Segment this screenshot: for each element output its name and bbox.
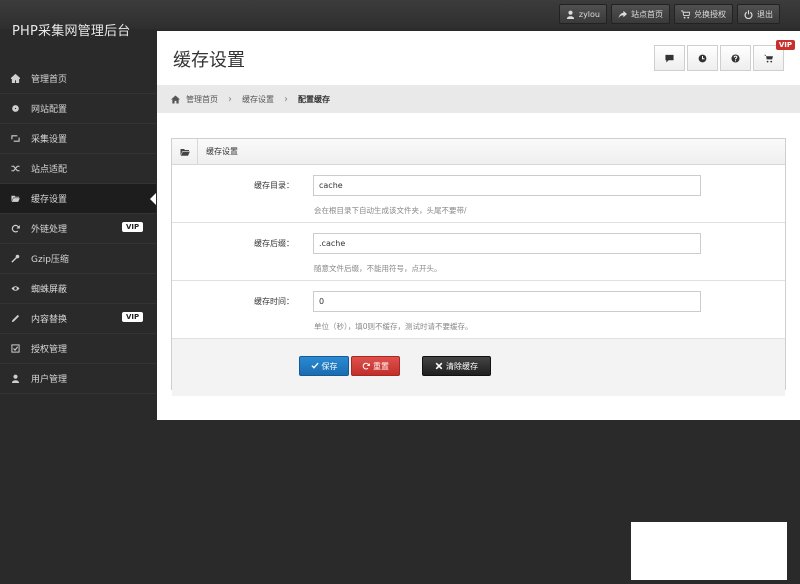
cache-suffix-label: 缓存后缀： bbox=[254, 239, 294, 248]
active-indicator bbox=[150, 193, 156, 205]
time-button[interactable] bbox=[687, 45, 718, 71]
cache-settings-box: 缓存设置 缓存目录： cache 会在根目录下自动生成该文件夹，头尾不要带/ 缓… bbox=[171, 138, 786, 396]
sidebar-item-spider-block[interactable]: 蜘蛛屏蔽 bbox=[0, 274, 156, 304]
action-buttons bbox=[654, 45, 784, 71]
vip-badge: VIP bbox=[122, 312, 144, 322]
sidebar-item-label: 内容替换 bbox=[31, 315, 68, 325]
sidebar-item-license[interactable]: 授权管理 bbox=[0, 334, 156, 364]
sidebar-item-label: 蜘蛛屏蔽 bbox=[31, 285, 68, 295]
clear-cache-button-label: 清除缓存 bbox=[446, 361, 478, 371]
wrench-icon bbox=[10, 254, 20, 264]
top-nav-user[interactable]: zylou bbox=[558, 4, 607, 24]
cache-time-label: 缓存时间： bbox=[254, 297, 294, 306]
breadcrumb-link-cache[interactable]: 缓存设置 bbox=[242, 94, 274, 105]
cart-icon bbox=[681, 9, 690, 19]
save-button-label: 保存 bbox=[321, 361, 338, 371]
box-title: 缓存设置 bbox=[206, 147, 238, 156]
power-icon bbox=[744, 9, 753, 19]
cache-time-help: 单位（秒），填0则不缓存，测试时请不要缓存。 bbox=[314, 322, 473, 331]
close-icon bbox=[435, 362, 443, 370]
folder-open-icon bbox=[10, 194, 20, 204]
sidebar: 管理首页 网站配置 采集设置 站点适配 缓存设置 外链处理 VIP Gzip压缩… bbox=[0, 64, 156, 394]
form-actions: 保存 重置 清除缓存 bbox=[172, 339, 785, 396]
breadcrumb-current: 配置缓存 bbox=[298, 94, 330, 104]
sidebar-item-users[interactable]: 用户管理 bbox=[0, 364, 156, 394]
check-icon bbox=[10, 344, 20, 354]
refresh-icon bbox=[10, 224, 20, 234]
sidebar-item-cache[interactable]: 缓存设置 bbox=[0, 184, 156, 214]
help-button[interactable] bbox=[720, 45, 751, 71]
top-nav: zylou 站点首页 兑换授权 退出 bbox=[558, 4, 780, 24]
home-icon bbox=[171, 94, 180, 104]
sidebar-item-label: 授权管理 bbox=[31, 345, 68, 355]
sidebar-item-content-replace[interactable]: 内容替换 VIP bbox=[0, 304, 156, 334]
sidebar-item-link-process[interactable]: 外链处理 VIP bbox=[0, 214, 156, 244]
top-nav-logout[interactable]: 退出 bbox=[737, 4, 780, 24]
sidebar-item-collect[interactable]: 采集设置 bbox=[0, 124, 156, 154]
top-nav-label: 退出 bbox=[757, 9, 773, 19]
breadcrumb: 管理首页 › 缓存设置 › 配置缓存 bbox=[157, 85, 800, 113]
form-row-cache-time: 缓存时间： 0 单位（秒），填0则不缓存，测试时请不要缓存。 bbox=[172, 281, 785, 339]
box-header: 缓存设置 bbox=[172, 139, 785, 165]
top-nav-label: 兑换授权 bbox=[694, 9, 726, 19]
cache-dir-label: 缓存目录： bbox=[254, 181, 294, 190]
blank-region bbox=[631, 522, 787, 580]
refresh-icon bbox=[362, 362, 370, 370]
sidebar-item-site-adapt[interactable]: 站点适配 bbox=[0, 154, 156, 184]
sidebar-item-gzip[interactable]: Gzip压缩 bbox=[0, 244, 156, 274]
clock-icon bbox=[698, 54, 707, 62]
user-icon bbox=[10, 374, 20, 384]
main-panel: 缓存设置 VIP 管理首页 › 缓存设置 › 配置缓存 缓存设置 缓存目录： c… bbox=[157, 31, 800, 420]
chevron-right-icon: › bbox=[228, 93, 232, 105]
vip-badge: VIP bbox=[122, 222, 144, 232]
cache-dir-help: 会在根目录下自动生成该文件夹，头尾不要带/ bbox=[314, 206, 467, 215]
brand-title[interactable]: PHP采集网管理后台 bbox=[12, 20, 130, 39]
cache-suffix-help: 随意文件后缀，不能用符号，点开头。 bbox=[314, 264, 442, 273]
sidebar-item-site-config[interactable]: 网站配置 bbox=[0, 94, 156, 124]
sidebar-item-label: 用户管理 bbox=[31, 375, 68, 385]
reset-button[interactable]: 重置 bbox=[351, 356, 400, 376]
sidebar-item-label: 缓存设置 bbox=[31, 195, 68, 205]
sidebar-item-label: 网站配置 bbox=[31, 105, 68, 115]
save-button[interactable]: 保存 bbox=[299, 356, 349, 376]
chevron-right-icon: › bbox=[284, 93, 288, 105]
cache-dir-input[interactable]: cache bbox=[313, 175, 701, 196]
top-nav-label: 站点首页 bbox=[631, 9, 663, 19]
share-icon bbox=[618, 10, 627, 19]
sidebar-item-label: 管理首页 bbox=[31, 75, 68, 85]
folder-open-icon bbox=[172, 139, 198, 164]
sidebar-item-label: Gzip压缩 bbox=[31, 255, 69, 265]
eye-icon bbox=[10, 284, 20, 294]
retweet-icon bbox=[10, 134, 20, 144]
comment-button[interactable] bbox=[654, 45, 685, 71]
comment-icon bbox=[665, 54, 674, 63]
page-title: 缓存设置 bbox=[173, 50, 245, 71]
cache-time-input[interactable]: 0 bbox=[313, 291, 701, 312]
cache-suffix-input[interactable]: .cache bbox=[313, 233, 701, 254]
form-row-cache-dir: 缓存目录： cache 会在根目录下自动生成该文件夹，头尾不要带/ bbox=[172, 165, 785, 223]
top-nav-site-home[interactable]: 站点首页 bbox=[611, 4, 670, 24]
check-icon bbox=[310, 362, 319, 369]
random-icon bbox=[10, 164, 20, 174]
sidebar-item-label: 外链处理 bbox=[31, 225, 68, 235]
gear-icon bbox=[10, 104, 20, 114]
sidebar-item-label: 采集设置 bbox=[31, 135, 68, 145]
vip-badge: VIP bbox=[775, 40, 795, 50]
home-icon bbox=[10, 74, 20, 84]
top-nav-redeem[interactable]: 兑换授权 bbox=[674, 4, 733, 24]
form-row-cache-suffix: 缓存后缀： .cache 随意文件后缀，不能用符号，点开头。 bbox=[172, 223, 785, 281]
question-icon bbox=[731, 53, 740, 63]
breadcrumb-link-home[interactable]: 管理首页 bbox=[186, 94, 218, 105]
top-nav-label: zylou bbox=[578, 9, 600, 19]
sidebar-item-dashboard[interactable]: 管理首页 bbox=[0, 64, 156, 94]
sidebar-item-label: 站点适配 bbox=[31, 165, 68, 175]
reset-button-label: 重置 bbox=[373, 361, 389, 371]
pencil-icon bbox=[10, 314, 20, 324]
cart-icon bbox=[764, 54, 773, 63]
clear-cache-button[interactable]: 清除缓存 bbox=[422, 356, 491, 376]
user-icon bbox=[566, 10, 574, 19]
